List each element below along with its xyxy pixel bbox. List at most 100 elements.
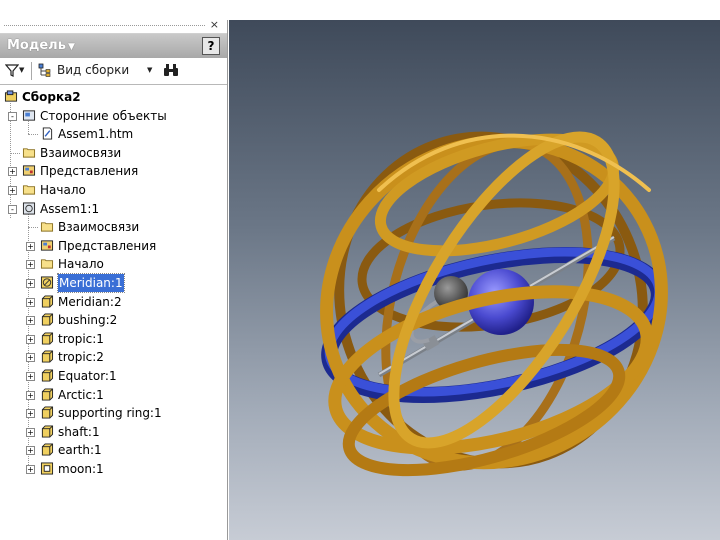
- panel-header: Модель ▼ ?: [0, 34, 227, 58]
- tree-item-label: Assem1.htm: [58, 127, 134, 142]
- tree-item[interactable]: + tropic:2: [0, 348, 226, 366]
- tree-item[interactable]: Сборка2: [0, 88, 226, 106]
- tree-item[interactable]: + moon:1: [0, 460, 226, 478]
- expand-icon[interactable]: +: [26, 260, 35, 270]
- tree-item-label: Представления: [58, 238, 157, 253]
- panel-title: Модель: [7, 38, 66, 53]
- subassembly-part-icon: [40, 462, 54, 475]
- tree-item-label: Взаимосвязи: [40, 145, 122, 160]
- tree-guide-line: [10, 152, 20, 154]
- document-icon: [42, 127, 53, 140]
- part-icon: [41, 406, 54, 419]
- tree-item-label: moon:1: [58, 462, 104, 476]
- tree-guide-line: [28, 227, 38, 229]
- tree-item-label: Meridian:2: [58, 294, 122, 309]
- tree-item[interactable]: + Представления: [0, 237, 226, 255]
- tree-item-label: supporting ring:1: [58, 406, 162, 421]
- expand-icon[interactable]: +: [8, 186, 17, 195]
- expand-icon[interactable]: +: [26, 297, 35, 307]
- panel-close-button[interactable]: ×: [210, 18, 219, 31]
- tree-item[interactable]: + Начало: [0, 181, 226, 199]
- view-mode-dropdown[interactable]: Вид сборки: [57, 63, 129, 77]
- tree-item-label: tropic:2: [58, 350, 104, 365]
- expand-icon[interactable]: +: [26, 316, 35, 326]
- part-icon: [41, 350, 54, 363]
- folder-icon: [22, 148, 36, 158]
- browser-toolbar: ▼ Вид сборки ▼: [0, 58, 227, 85]
- part-icon: [41, 388, 54, 401]
- representations-icon: [40, 240, 54, 251]
- chevron-down-icon: ▼: [67, 42, 75, 52]
- toolbar-separator: [31, 62, 32, 80]
- expand-icon[interactable]: +: [26, 390, 35, 400]
- tree-item[interactable]: + shaft:1: [0, 423, 226, 441]
- tree-item[interactable]: + earth:1: [0, 441, 226, 459]
- tree-item-label: Equator:1: [58, 369, 117, 383]
- expand-icon[interactable]: +: [26, 279, 35, 288]
- expand-icon[interactable]: +: [26, 446, 35, 456]
- tree-item[interactable]: + Arctic:1: [0, 386, 226, 404]
- part-icon: [41, 369, 54, 382]
- chevron-down-icon[interactable]: ▼: [147, 66, 152, 74]
- subassembly-icon: [22, 202, 36, 215]
- filter-dropdown-arrow-icon[interactable]: ▼: [19, 66, 24, 74]
- expand-icon[interactable]: +: [26, 409, 35, 419]
- graphics-viewport[interactable]: [229, 20, 720, 540]
- representations-icon: [22, 165, 36, 176]
- expand-icon[interactable]: +: [8, 167, 17, 177]
- expand-icon[interactable]: +: [26, 334, 35, 344]
- tree-item[interactable]: + Meridian:1: [0, 273, 226, 293]
- collapse-icon[interactable]: -: [8, 204, 17, 214]
- folder-icon: [40, 222, 54, 232]
- tree-item-label: Взаимосвязи: [58, 220, 140, 235]
- tree-item[interactable]: Взаимосвязи: [0, 144, 226, 162]
- folder-icon: [40, 259, 54, 269]
- part-icon: [41, 425, 54, 438]
- tree-item[interactable]: Assem1.htm: [0, 125, 226, 143]
- supporting-ring[interactable]: [336, 325, 632, 494]
- collapse-icon[interactable]: -: [8, 111, 17, 121]
- panel-title-dropdown[interactable]: Модель ▼: [7, 38, 75, 53]
- gyroscope-model[interactable]: [229, 20, 720, 540]
- tree-item[interactable]: - Сторонние объекты: [0, 107, 226, 125]
- tree-item-label: Начало: [58, 257, 104, 272]
- tree-item-label: Сторонние объекты: [40, 108, 167, 123]
- panel-title-strip: ×: [0, 18, 227, 34]
- tree-item[interactable]: + bushing:2: [0, 311, 226, 329]
- tree-item[interactable]: + Meridian:2: [0, 293, 226, 311]
- third-party-icon: [22, 109, 36, 121]
- expand-icon[interactable]: +: [26, 465, 35, 474]
- help-button[interactable]: ?: [202, 37, 220, 55]
- part-icon: [41, 332, 54, 345]
- expand-icon[interactable]: +: [26, 427, 35, 437]
- expand-icon[interactable]: +: [26, 353, 35, 363]
- part-icon: [41, 313, 54, 326]
- part-icon: [41, 295, 54, 308]
- binoculars-icon[interactable]: [163, 63, 179, 77]
- tree-item[interactable]: + Equator:1: [0, 367, 226, 385]
- folder-icon: [22, 185, 36, 195]
- tree-item[interactable]: + tropic:1: [0, 330, 226, 348]
- tree-item[interactable]: Взаимосвязи: [0, 218, 226, 236]
- part-disabled-icon: [40, 276, 54, 289]
- tree-item-label: shaft:1: [58, 424, 100, 439]
- assembly-view-icon: [38, 63, 51, 77]
- tree-item[interactable]: + Представления: [0, 162, 226, 180]
- tree-item-label: bushing:2: [58, 313, 118, 328]
- expand-icon[interactable]: +: [26, 241, 35, 251]
- tree-item-label: Начало: [40, 183, 86, 197]
- tree-item[interactable]: + supporting ring:1: [0, 404, 226, 422]
- window-top-strip: [0, 0, 720, 20]
- tree-item-label: tropic:1: [58, 331, 104, 346]
- tree-item-label: Arctic:1: [58, 387, 104, 402]
- panel-grip[interactable]: [4, 25, 205, 28]
- expand-icon[interactable]: +: [26, 372, 35, 381]
- tree-item[interactable]: + Начало: [0, 255, 226, 273]
- filter-icon[interactable]: [5, 63, 19, 77]
- tree-guide-line: [28, 134, 38, 136]
- part-icon: [41, 443, 54, 456]
- tree-item-label: Сборка2: [22, 90, 81, 104]
- tree-item[interactable]: - Assem1:1: [0, 200, 226, 218]
- tree-item-label: Assem1:1: [40, 201, 100, 216]
- assembly-icon: [4, 90, 18, 102]
